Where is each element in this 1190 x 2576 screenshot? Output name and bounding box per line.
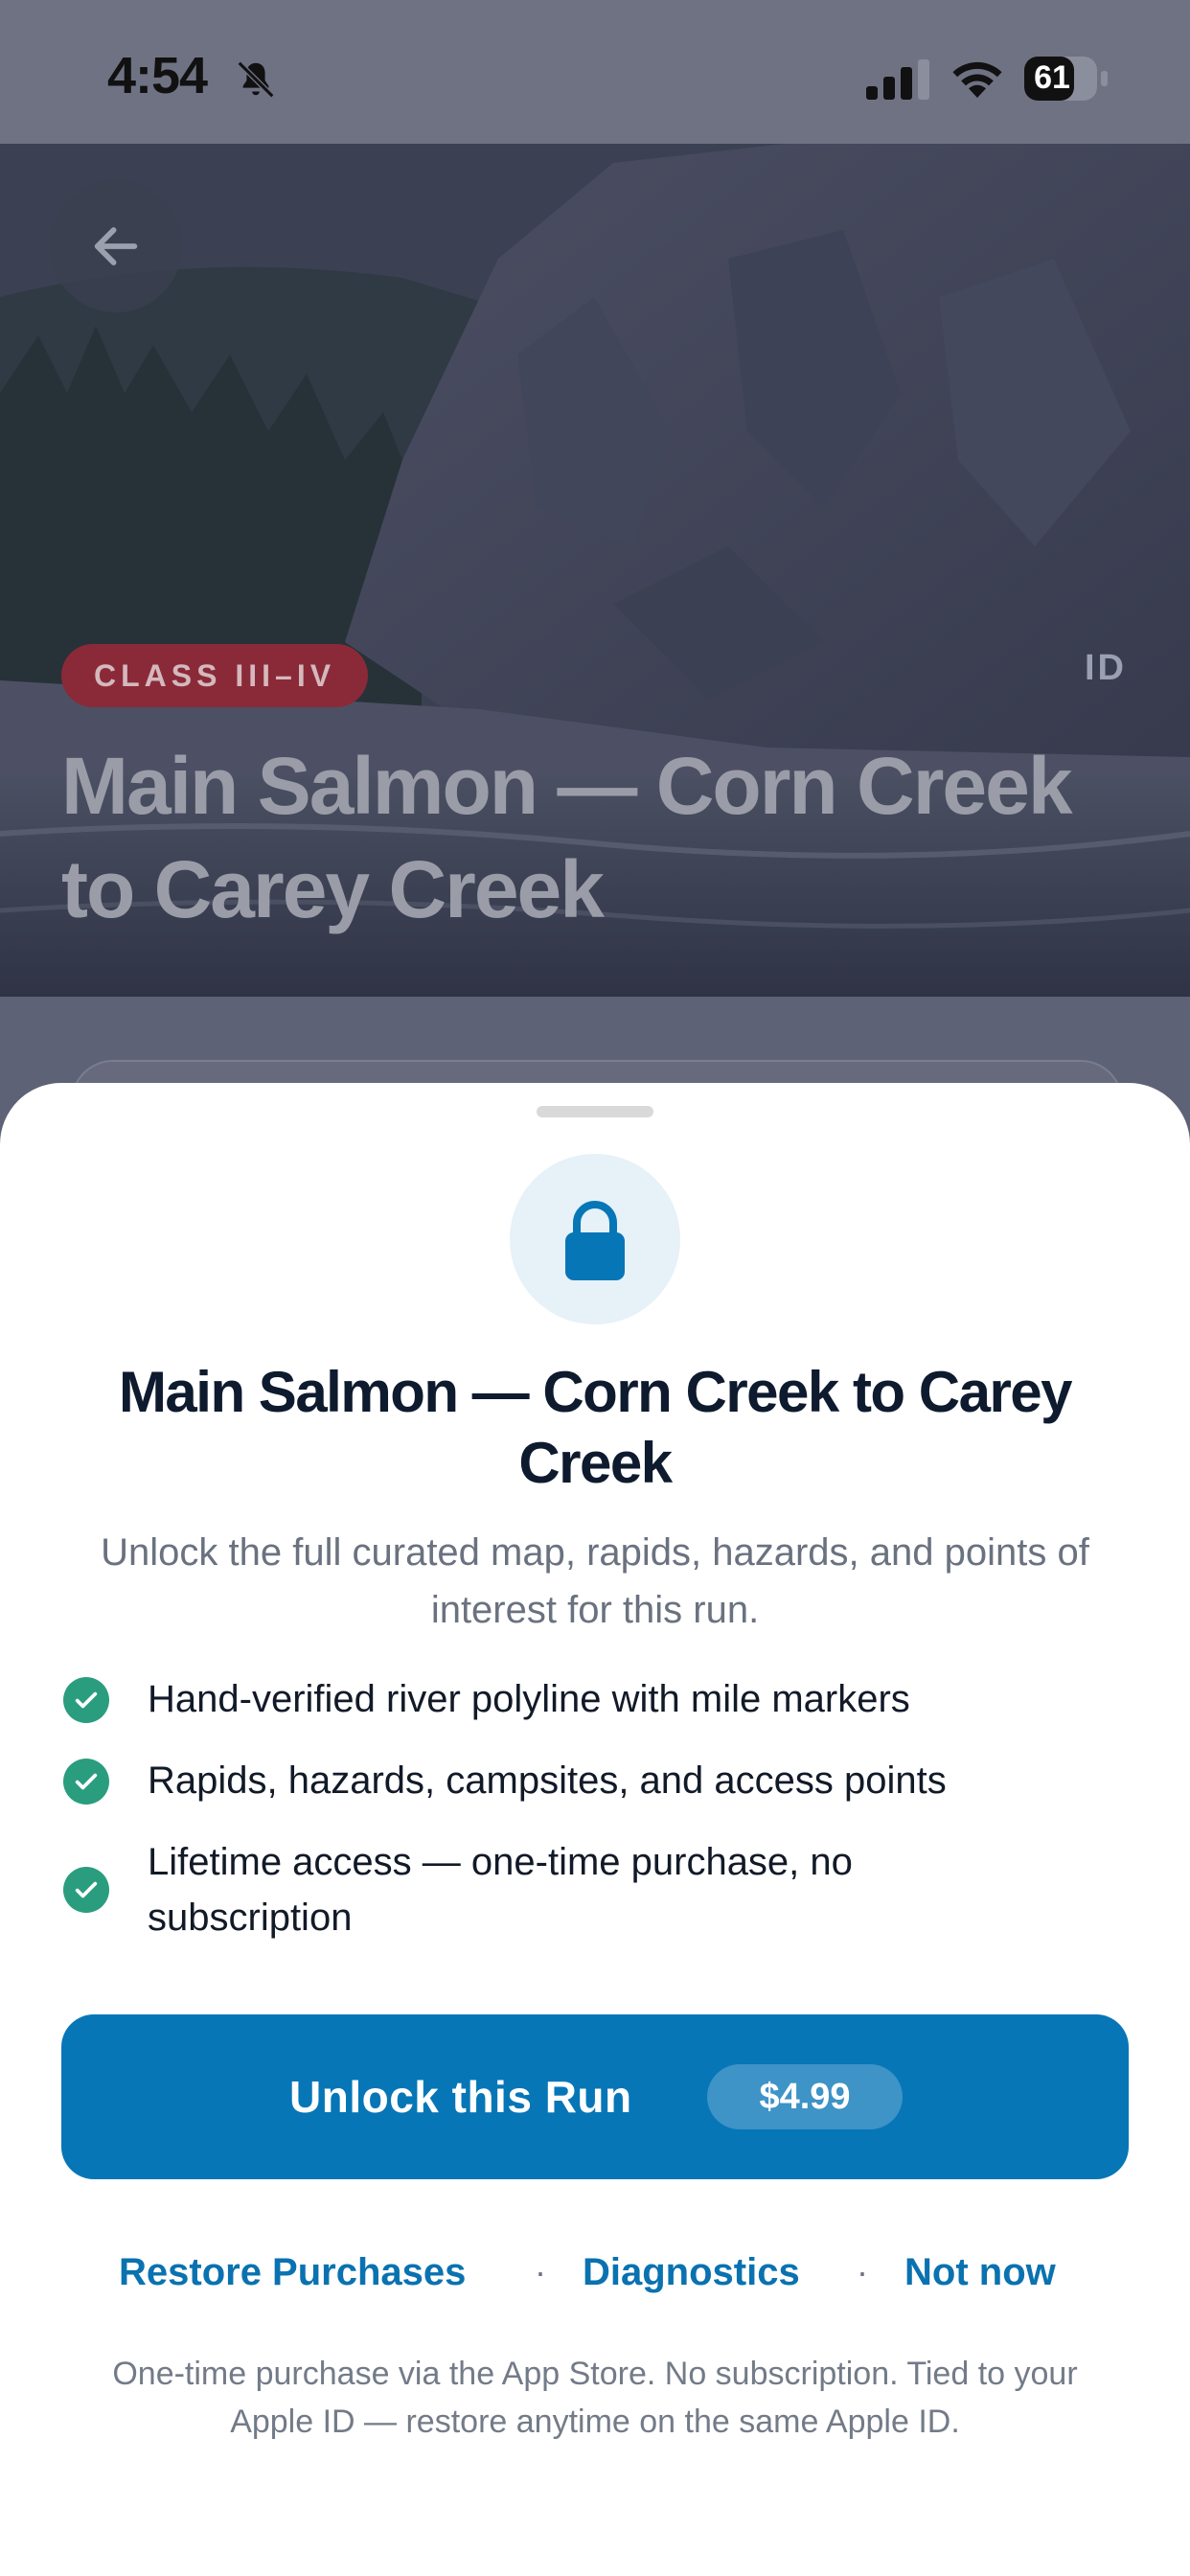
not-now-link[interactable]: Not now: [904, 2239, 1056, 2306]
difficulty-badge: CLASS III–IV: [61, 644, 369, 707]
check-circle-icon: [63, 1759, 109, 1805]
diagnostics-link[interactable]: Diagnostics: [583, 2239, 800, 2306]
unlock-sheet: Main Salmon — Corn Creek to Carey Creek …: [0, 1083, 1190, 2576]
link-separator: ·: [535, 2252, 546, 2291]
signal-icon: [866, 59, 929, 100]
battery-level: 61: [1034, 59, 1070, 96]
price-badge: $4.99: [707, 2064, 903, 2129]
restore-purchases-link[interactable]: Restore Purchases: [119, 2239, 466, 2306]
link-separator: ·: [857, 2252, 868, 2291]
wifi-icon: [952, 61, 1002, 98]
state-label: ID: [1085, 648, 1127, 688]
secondary-links: Restore Purchases · Diagnostics · Not no…: [0, 2239, 1190, 2306]
sheet-title: Main Salmon — Corn Creek to Carey Creek: [118, 1360, 1073, 1495]
hero-title: Main Salmon — Corn Creek to Carey Creek: [61, 741, 1073, 934]
status-bar: 4:54 61: [0, 0, 1190, 144]
lock-icon: [565, 1201, 625, 1280]
sheet-grabber[interactable]: [537, 1106, 653, 1117]
feature-text: Hand-verified river polyline with mile m…: [148, 1678, 910, 1720]
status-time: 4:54: [107, 47, 208, 104]
unlock-run-button[interactable]: Unlock this Run $4.99: [61, 2014, 1129, 2179]
bell-slash-icon: [237, 60, 275, 99]
arrow-left-icon: [94, 227, 138, 265]
feature-text: Rapids, hazards, campsites, and access p…: [148, 1760, 947, 1802]
sheet-subtitle: Unlock the full curated map, rapids, haz…: [101, 1531, 1089, 1631]
unlock-button-label: Unlock this Run: [289, 2072, 632, 2122]
check-circle-icon: [63, 1867, 109, 1913]
check-circle-icon: [63, 1677, 109, 1723]
feature-text: Lifetime access — one-time purchase, no …: [148, 1841, 853, 1939]
lock-badge: [510, 1154, 680, 1324]
purchase-footnote: One-time purchase via the App Store. No …: [112, 2356, 1078, 2440]
back-button[interactable]: [50, 180, 182, 312]
